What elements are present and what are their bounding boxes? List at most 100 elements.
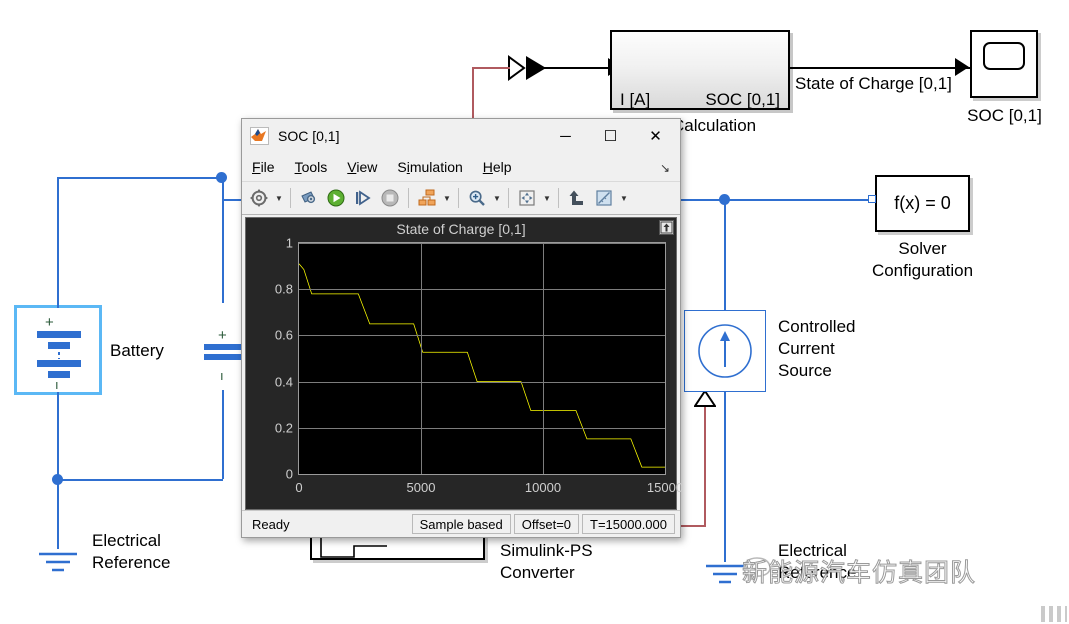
scope-window[interactable]: SOC [0,1] ─ ☐ ✕ File Tools View Simulati… (241, 118, 683, 538)
state-of-charge-signal-label: State of Charge [0,1] (795, 74, 952, 93)
y-axis-tick-label: 0 (285, 466, 293, 482)
wire-ps-right-vertical-upper (704, 405, 706, 527)
matlab-logo-icon (250, 127, 269, 145)
maximize-button[interactable]: ☐ (588, 121, 633, 151)
close-button[interactable]: ✕ (633, 121, 678, 151)
annotations-caret-icon[interactable]: ▼ (618, 185, 630, 211)
menu-view[interactable]: View (347, 159, 377, 175)
menu-help[interactable]: Help (483, 159, 512, 175)
stop-icon[interactable] (377, 185, 403, 211)
fit-to-view-icon[interactable] (514, 185, 540, 211)
print-icon[interactable] (296, 185, 322, 211)
simulink-model-canvas[interactable]: I [A] SOC [0,1] Calculation State of Cha… (0, 0, 1069, 624)
grid-line-vertical (421, 243, 422, 474)
corner-marker (1041, 606, 1067, 622)
plot-axes: 0 0.2 0.4 0.6 0.8 1 0 5000 10000 15000 (275, 236, 683, 496)
status-offset: Offset=0 (513, 514, 580, 534)
wire-ground-right-stem (724, 530, 726, 562)
svg-text:ı: ı (55, 377, 59, 392)
simulink-ps-converter-caption: Simulink-PS Converter (500, 541, 593, 582)
annotations-icon[interactable] (591, 185, 617, 211)
scope-title-bar[interactable]: SOC [0,1] ─ ☐ ✕ (242, 119, 680, 153)
soc-output-port-label: SOC [0,1] (705, 90, 780, 109)
status-sample-mode: Sample based (411, 514, 511, 534)
y-axis-tick-label: 0.2 (274, 420, 293, 436)
toolbar-separator (290, 188, 291, 208)
wire-battery2-right-vertical-top (222, 177, 224, 303)
grid-line-horizontal (299, 427, 665, 429)
svg-text:ı: ı (220, 368, 224, 383)
junction-dot-top-bus (719, 194, 730, 205)
scope-screen-icon (983, 42, 1025, 70)
junction-dot-ground-left (52, 474, 63, 485)
configuration-properties-icon[interactable] (246, 185, 272, 211)
battery-symbol-icon: + ı (37, 314, 81, 392)
soc-calculation-block[interactable]: I [A] SOC [0,1] (610, 30, 790, 110)
grid-line-horizontal (299, 243, 665, 244)
toolbar-separator-2 (408, 188, 409, 208)
zoom-caret-icon[interactable]: ▼ (491, 185, 503, 211)
grid-line-horizontal (299, 289, 665, 291)
battery-top-lead (57, 290, 59, 308)
junction-dot-battery-top (216, 172, 227, 183)
maximize-axes-icon[interactable] (659, 220, 674, 235)
x-axis-tick-label: 15000 (646, 480, 684, 495)
zoom-in-icon[interactable] (464, 185, 490, 211)
ps-simulink-converter-output-port-icon (508, 55, 546, 81)
solver-configuration-caption: Solver Configuration (871, 239, 974, 280)
configuration-caret-icon[interactable]: ▼ (273, 185, 285, 211)
wire-bottom-left-horizontal (57, 479, 223, 481)
soc-calculation-caption: Calculation (672, 116, 757, 135)
svg-text:+: + (218, 327, 227, 344)
status-time: T=15000.000 (582, 514, 675, 534)
solver-input-port (868, 195, 876, 203)
x-axis-tick-label: 10000 (524, 480, 562, 495)
soc-trace (299, 243, 665, 474)
wire-ccs-top-stem (724, 199, 726, 311)
toolbar-separator-3 (458, 188, 459, 208)
watermark-text: 新能源汽车仿真团队 (741, 558, 977, 588)
layout-icon[interactable] (414, 185, 440, 211)
controlled-current-source-block[interactable] (684, 310, 766, 392)
signal-arrow-scope-input (955, 58, 969, 76)
y-axis-tick-label: 1 (285, 235, 293, 251)
scope-block[interactable] (970, 30, 1038, 98)
cursor-measurements-icon[interactable] (564, 185, 590, 211)
wire-battery-left-vertical (57, 177, 59, 307)
wire-ps-left-horizontal (472, 67, 510, 69)
toolbar-separator-4 (508, 188, 509, 208)
wire-signal-soc-to-scope (790, 67, 970, 69)
electrical-reference-left-icon (39, 552, 77, 572)
menu-tools[interactable]: Tools (295, 159, 328, 175)
battery-bottom-lead (57, 392, 59, 408)
scope-menu-bar[interactable]: File Tools View Simulation Help ↘ (242, 153, 680, 181)
fit-caret-icon[interactable]: ▼ (541, 185, 553, 211)
minimize-button[interactable]: ─ (543, 121, 588, 151)
soc-input-port-label: I [A] (620, 90, 651, 109)
menu-expand-arrow-icon[interactable]: ↘ (660, 161, 670, 175)
scope-plot-area[interactable]: State of Charge [0,1] 0 0.2 0.4 0.6 0.8 1 0 500… (245, 217, 683, 510)
grid-line-horizontal (299, 381, 665, 383)
scope-window-title: SOC [0,1] (278, 128, 340, 144)
wire-ground-left-stem (57, 479, 59, 549)
svg-text:+: + (45, 314, 54, 331)
grid-line-vertical (543, 243, 544, 474)
y-axis-tick-label: 0.4 (274, 374, 293, 390)
step-forward-icon[interactable] (350, 185, 376, 211)
battery-block[interactable]: + ı (14, 305, 102, 395)
wire-battery2-right-vertical-bottom (222, 390, 224, 479)
scope-toolbar[interactable]: ▼ ▼ ▼ ▼ ▼ (242, 181, 680, 215)
battery-caption: Battery (110, 341, 164, 360)
solver-configuration-block[interactable]: f(x) = 0 (875, 175, 970, 232)
menu-file[interactable]: File (252, 159, 275, 175)
y-axis-tick-label: 0.6 (274, 327, 293, 343)
x-axis-tick-label: 5000 (406, 480, 436, 495)
current-source-icon (698, 324, 752, 378)
plot-title: State of Charge [0,1] (396, 221, 526, 237)
scope-status-bar: Ready Sample based Offset=0 T=15000.000 (242, 510, 680, 537)
controlled-current-source-caption: Controlled Current Source (778, 317, 856, 380)
layout-caret-icon[interactable]: ▼ (441, 185, 453, 211)
menu-simulation[interactable]: Simulation (397, 159, 462, 175)
run-icon[interactable] (323, 185, 349, 211)
wire-top-left-horizontal (57, 177, 223, 179)
